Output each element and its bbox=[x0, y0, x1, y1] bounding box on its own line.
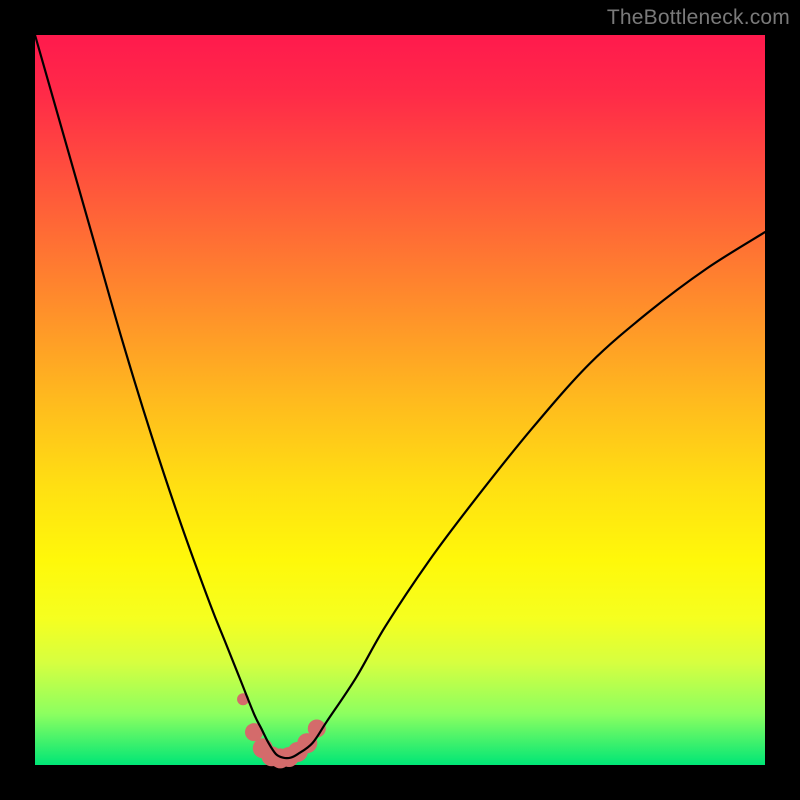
chart-frame: TheBottleneck.com bbox=[0, 0, 800, 800]
watermark-text: TheBottleneck.com bbox=[607, 6, 790, 30]
chart-svg bbox=[35, 35, 765, 765]
plot-area bbox=[35, 35, 765, 765]
bottleneck-curve bbox=[35, 35, 765, 758]
